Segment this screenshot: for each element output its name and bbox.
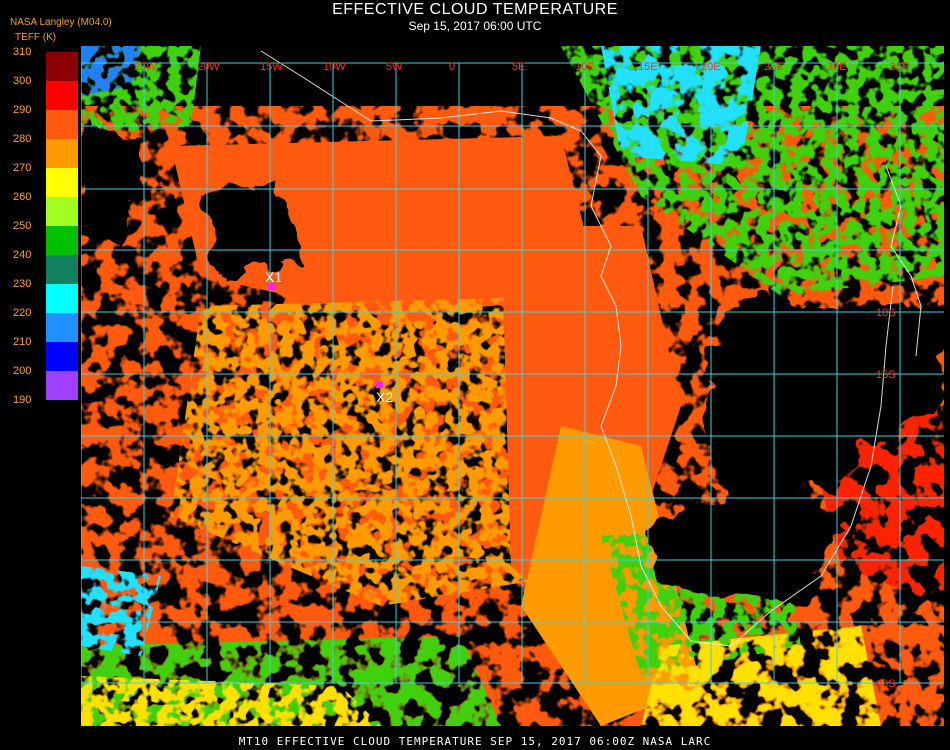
lat-label: 40S (876, 678, 896, 690)
lon-label: 25W (134, 61, 157, 73)
units-label: TEFF (K) (15, 32, 57, 43)
legend-label-260: 260 (13, 191, 32, 203)
lon-label: 25E (764, 61, 784, 73)
lon-label: 0 (449, 61, 455, 73)
satellite-map: 25W 20W 15W 10W 5W 0 5E 10E 15E 20E 25E 30E 35E 10S 15… (81, 46, 944, 726)
legend-label-230: 230 (13, 278, 32, 290)
legend-label-300: 300 (13, 75, 32, 87)
footer-caption: MT10 EFFECTIVE CLOUD TEMPERATURE SEP 15,… (238, 735, 712, 748)
legend-swatch (46, 284, 78, 313)
marker-x2-point (376, 381, 383, 388)
map-canvas: 25W 20W 15W 10W 5W 0 5E 10E 15E 20E 25E 30E 35E 10S 15… (81, 46, 944, 726)
legend-label-280: 280 (13, 133, 32, 145)
legend-label-220: 220 (13, 307, 32, 319)
legend-label-190: 190 (13, 394, 32, 406)
map-title: EFFECTIVE CLOUD TEMPERATURE (332, 1, 618, 18)
legend-swatch (46, 110, 78, 139)
lon-label: 20W (197, 61, 220, 73)
lon-label: 35E (890, 61, 910, 73)
lon-label: 30E (827, 61, 847, 73)
product-label: NASA Langley (M04.0) (10, 17, 112, 28)
legend-swatch (46, 371, 78, 400)
lon-label: 5W (386, 61, 403, 73)
lon-label: 10W (323, 61, 346, 73)
legend-label-200: 200 (13, 365, 32, 377)
legend-swatch (46, 255, 78, 284)
legend-swatch (46, 226, 78, 255)
marker-x1-label: X1 (265, 269, 282, 285)
legend-swatch (46, 52, 78, 81)
legend-swatch (46, 168, 78, 197)
legend-label-310: 310 (13, 46, 32, 58)
cyan-band-north (601, 46, 761, 166)
cloud-fields (81, 46, 944, 726)
lon-label: 15W (260, 61, 283, 73)
lon-label: 5E (512, 61, 525, 73)
header: EFFECTIVE CLOUD TEMPERATURE Sep 15, 2017… (0, 0, 950, 43)
legend-label-270: 270 (13, 162, 32, 174)
lat-label: 15S (876, 369, 896, 381)
lon-label: 20E (701, 61, 721, 73)
legend-label-290: 290 (13, 104, 32, 116)
color-legend: 310 300 290 280 270 260 250 240 230 220 210 200 190 (13, 46, 78, 406)
lon-label: 10E (575, 61, 595, 73)
marker-x2-label: X2 (376, 389, 393, 405)
legend-label-210: 210 (13, 336, 32, 348)
map-subtitle: Sep 15, 2017 06:00 UTC (408, 19, 542, 33)
lat-label: 10S (876, 307, 896, 319)
legend-swatch (46, 342, 78, 371)
legend-label-240: 240 (13, 249, 32, 261)
legend-swatch (46, 81, 78, 110)
legend-swatch (46, 197, 78, 226)
legend-swatch (46, 139, 78, 168)
legend-label-250: 250 (13, 220, 32, 232)
legend-swatch (46, 313, 78, 342)
lon-label: 15E (638, 61, 658, 73)
